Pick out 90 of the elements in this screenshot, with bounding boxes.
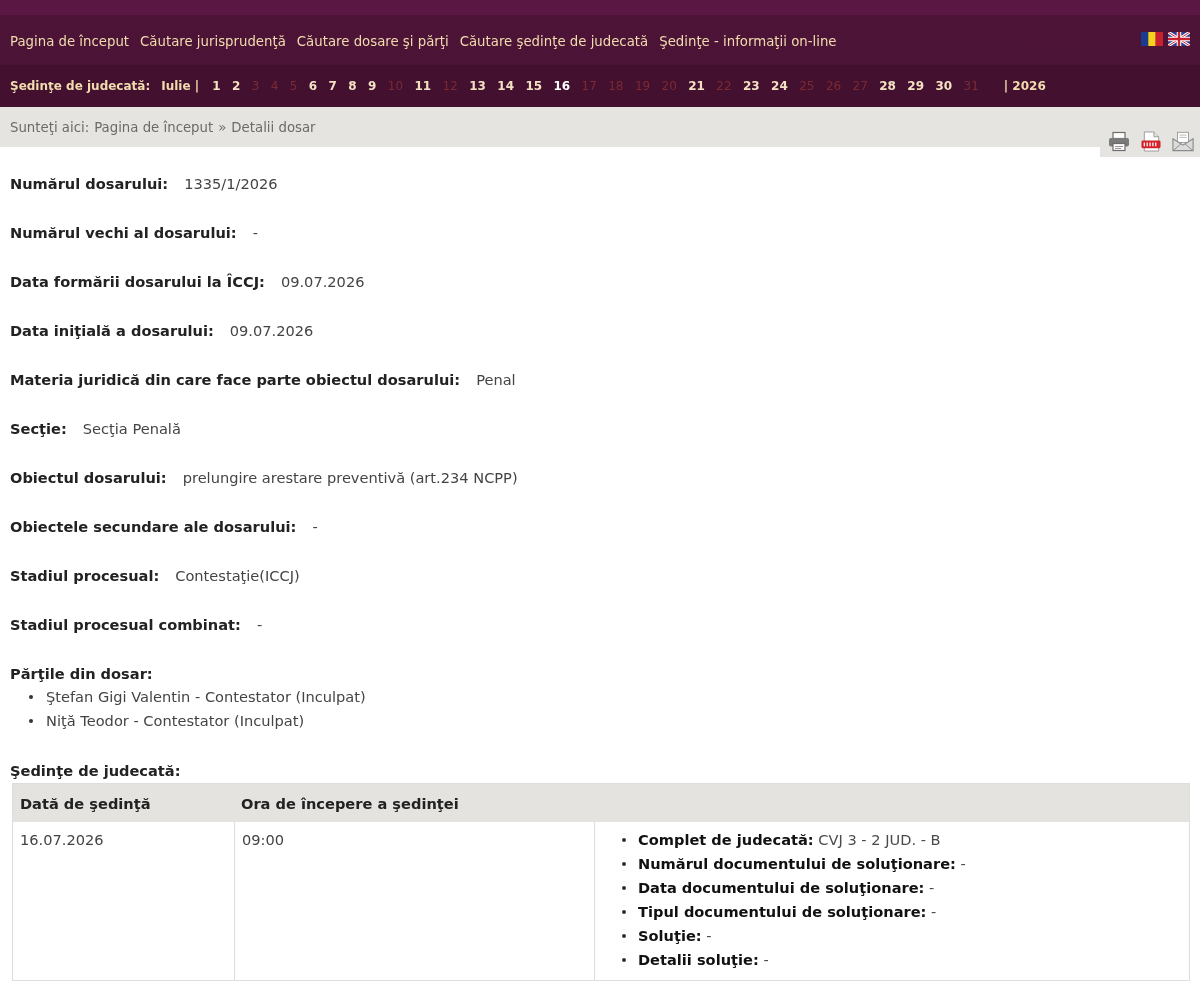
day-number: 31 [963,79,979,93]
field-label: Materia juridică din care face parte obiectul dosarului: [10,371,461,388]
field-value: 09.07.2026 [229,322,314,339]
nav-link[interactable]: Căutare şedinţe de judecată [459,34,649,49]
pdf-file-icon[interactable] [1140,130,1162,152]
column-header: Dată de şedinţă [19,794,151,812]
detail-item: Complet de judecată: CVJ 3 - 2 JUD. - B [638,830,941,850]
day-number: 4 [270,79,279,93]
day-link[interactable]: 16 [553,79,571,93]
day-link[interactable]: 21 [688,79,705,93]
nav-link[interactable]: Căutare jurisprudenţă [140,34,286,49]
field-label: Obiectele secundare ale dosarului: [10,518,297,535]
bullet-icon [622,958,626,962]
field-value: - [312,518,318,535]
detail-item: Detalii soluţie: - [638,950,769,970]
day-number: 5 [289,79,298,93]
field-label: Obiectul dosarului: [10,469,167,486]
bullet-icon [29,695,33,699]
field-value: 1335/1/2026 [184,175,278,192]
day-number: 10 [387,79,404,93]
day-link[interactable]: 7 [328,79,337,93]
field-value: 09.07.2026 [280,273,365,290]
day-link[interactable]: 15 [525,79,543,93]
day-link[interactable]: 29 [907,79,924,93]
field-value: - [256,616,263,633]
section-heading: Părţile din dosar: [10,665,154,682]
detail-item: Tipul documentului de soluţionare: - [638,902,937,922]
envelope-icon[interactable] [1172,130,1194,152]
party-item: Ştefan Gigi Valentin - Contestator (Inculpat) [46,687,366,707]
field-label: Secţie: [10,420,67,437]
day-link[interactable]: 8 [348,79,357,93]
party-item: Niţă Teodor - Contestator (Inculpat) [46,711,305,731]
bullet-icon [622,862,626,866]
column-header: Ora de începere a şedinţei [240,794,459,812]
section-heading: Şedinţe de judecată: [10,762,182,779]
field-label: Stadiul procesual combinat: [10,616,241,633]
field-label: Stadiul procesual: [10,567,160,584]
field-label: Numărul dosarului: [10,175,169,192]
day-number: 26 [825,79,842,93]
day-number: 19 [634,79,651,93]
day-link[interactable]: 30 [935,79,953,93]
breadcrumb-label: Sunteţi aici: [10,119,90,135]
detail-item: Data documentului de soluţionare: - [638,878,935,898]
table-cell-text: 16.07.2026 [19,830,105,850]
breadcrumb-link[interactable]: Pagina de început [94,119,214,135]
nav-link[interactable]: Şedinţe - informaţii on-line [659,34,837,49]
day-link[interactable]: 28 [879,79,896,93]
day-link[interactable]: 14 [497,79,514,93]
bullet-icon [622,934,626,938]
field-value: prelungire arestare preventivă (art.234 NCPP) [182,469,518,486]
printer-icon[interactable] [1108,130,1130,152]
day-link[interactable]: 24 [771,79,788,93]
breadcrumb-separator: » [218,119,227,135]
field-label: Data formării dosarului la ÎCCJ: [10,273,265,290]
day-number: 12 [442,79,458,93]
day-number: 22 [716,79,732,93]
day-number: 25 [799,79,815,93]
bullet-icon [622,910,626,914]
field-value: - [252,224,258,241]
year-link[interactable]: | 2026 [1003,79,1046,93]
day-link[interactable]: 9 [368,79,377,93]
table-cell: 09:00 [234,822,594,980]
day-link[interactable]: 1 [212,79,221,93]
british-flag-icon[interactable] [1168,31,1190,46]
day-link[interactable]: 13 [469,79,486,93]
field-label: Data iniţială a dosarului: [10,322,214,339]
day-link[interactable]: 11 [414,79,432,93]
field-value: Secţia Penală [82,420,181,437]
day-number: 18 [608,79,624,93]
day-number: 27 [852,79,868,93]
nav-link[interactable]: Pagina de început [10,34,130,49]
detail-item: Soluţie: - [638,926,712,946]
detail-item: Numărul documentului de soluţionare: - [638,854,966,874]
nav-link[interactable]: Căutare dosare şi părţi [296,34,449,49]
day-link[interactable]: 23 [743,79,760,93]
field-label: Numărul vechi al dosarului: [10,224,237,241]
day-number: 17 [581,79,597,93]
field-value: Contestaţie(ICCJ) [175,567,300,584]
day-link[interactable]: 2 [231,79,241,93]
day-number: 3 [251,79,260,93]
calendar-label: Şedinţe de judecată: [10,79,151,93]
day-link[interactable]: 6 [308,79,318,93]
field-value: Penal [476,371,516,388]
month-link[interactable]: Iulie | [161,79,200,93]
romanian-flag-icon[interactable] [1141,31,1163,46]
breadcrumb-current: Detalii dosar [231,119,316,135]
bullet-icon [622,838,626,842]
day-number: 20 [661,79,677,93]
bullet-icon [29,719,33,723]
bullet-icon [622,886,626,890]
